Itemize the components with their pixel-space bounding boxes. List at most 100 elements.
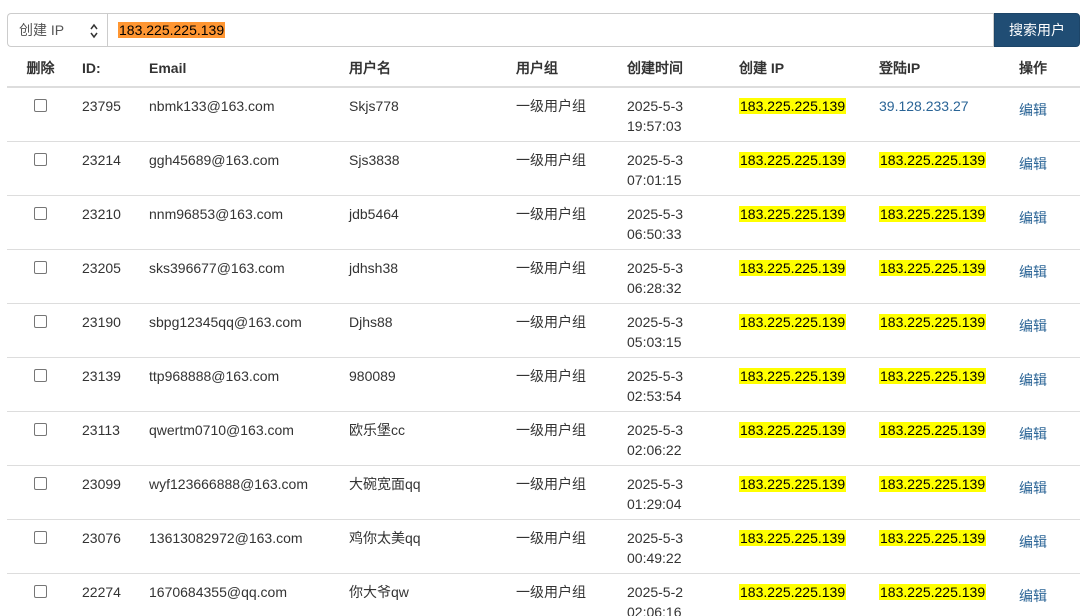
created-time-cell: 2025-5-3 01:29:04 (619, 464, 731, 519)
delete-cell (7, 248, 74, 303)
search-bar: 创建 IP 183.225.225.139 搜索用户 (7, 13, 1080, 47)
created-date: 2025-5-3 (627, 313, 684, 330)
created-date: 2025-5-3 (627, 151, 684, 168)
edit-link[interactable]: 编辑 (1019, 370, 1047, 390)
user-email: sbpg12345qq@163.com (141, 302, 341, 357)
user-username: 鸡你太美qq (341, 518, 508, 573)
login-ip: 183.225.225.139 (879, 421, 987, 438)
created-clock: 02:06:16 (627, 603, 682, 616)
created-time-cell: 2025-5-3 02:06:22 (619, 410, 731, 465)
header-user-group: 用户组 (508, 49, 619, 88)
login-ip: 183.225.225.139 (879, 583, 987, 600)
action-cell: 编辑 (1011, 518, 1080, 573)
delete-checkbox[interactable] (34, 368, 47, 382)
delete-cell (7, 86, 74, 141)
edit-link[interactable]: 编辑 (1019, 478, 1047, 498)
action-cell: 编辑 (1011, 572, 1080, 616)
created-date: 2025-5-3 (627, 205, 684, 222)
created-ip-cell: 183.225.225.139 (731, 86, 871, 141)
search-users-button[interactable]: 搜索用户 (994, 13, 1080, 47)
user-id: 23795 (74, 86, 141, 141)
header-email: Email (141, 49, 341, 88)
user-username: Skjs778 (341, 86, 508, 141)
delete-checkbox[interactable] (34, 260, 47, 274)
created-date: 2025-5-2 (627, 583, 684, 600)
user-group: 一级用户组 (508, 302, 619, 357)
edit-link[interactable]: 编辑 (1019, 586, 1047, 606)
user-email: 1670684355@qq.com (141, 572, 341, 616)
user-email: nbmk133@163.com (141, 86, 341, 141)
table-row: 23139 ttp968888@163.com 980089 一级用户组 202… (7, 356, 1080, 411)
created-time-cell: 2025-5-3 07:01:15 (619, 140, 731, 195)
header-action: 操作 (1011, 49, 1080, 88)
delete-cell (7, 140, 74, 195)
header-id: ID: (74, 49, 141, 88)
created-ip-cell: 183.225.225.139 (731, 356, 871, 411)
user-id: 23214 (74, 140, 141, 195)
login-ip: 183.225.225.139 (879, 151, 987, 168)
delete-checkbox[interactable] (34, 314, 47, 328)
created-ip: 183.225.225.139 (739, 98, 847, 114)
created-ip: 183.225.225.139 (739, 151, 847, 168)
created-clock: 19:57:03 (627, 118, 682, 134)
user-email: sks396677@163.com (141, 248, 341, 303)
created-ip: 183.225.225.139 (739, 583, 847, 600)
created-date: 2025-5-3 (627, 98, 684, 114)
login-ip-cell: 183.225.225.139 (871, 464, 1011, 519)
delete-checkbox[interactable] (34, 584, 47, 598)
table-row: 23210 nnm96853@163.com jdb5464 一级用户组 202… (7, 194, 1080, 249)
user-username: Djhs88 (341, 302, 508, 357)
delete-checkbox[interactable] (34, 99, 47, 112)
user-group: 一级用户组 (508, 356, 619, 411)
user-email: qwertm0710@163.com (141, 410, 341, 465)
action-cell: 编辑 (1011, 86, 1080, 141)
delete-cell (7, 194, 74, 249)
delete-checkbox[interactable] (34, 206, 47, 220)
edit-link[interactable]: 编辑 (1019, 100, 1047, 120)
edit-link[interactable]: 编辑 (1019, 262, 1047, 282)
created-ip-cell: 183.225.225.139 (731, 410, 871, 465)
edit-link[interactable]: 编辑 (1019, 316, 1047, 336)
table-row: 23099 wyf123666888@163.com 大碗宽面qq 一级用户组 … (7, 464, 1080, 519)
login-ip-cell: 183.225.225.139 (871, 302, 1011, 357)
created-time-cell: 2025-5-3 06:28:32 (619, 248, 731, 303)
created-ip-cell: 183.225.225.139 (731, 302, 871, 357)
created-time-cell: 2025-5-3 06:50:33 (619, 194, 731, 249)
created-time-cell: 2025-5-3 05:03:15 (619, 302, 731, 357)
table-row: 23076 13613082972@163.com 鸡你太美qq 一级用户组 2… (7, 518, 1080, 573)
search-field-select[interactable]: 创建 IP (7, 13, 107, 47)
delete-checkbox[interactable] (34, 422, 47, 436)
edit-link[interactable]: 编辑 (1019, 208, 1047, 228)
login-ip-cell: 39.128.233.27 (871, 86, 1011, 141)
login-ip-cell: 183.225.225.139 (871, 248, 1011, 303)
created-clock: 06:50:33 (627, 225, 682, 242)
delete-checkbox[interactable] (34, 152, 47, 166)
user-id: 23099 (74, 464, 141, 519)
search-input[interactable]: 183.225.225.139 (107, 13, 994, 47)
user-username: 980089 (341, 356, 508, 411)
edit-link[interactable]: 编辑 (1019, 154, 1047, 174)
created-date: 2025-5-3 (627, 367, 684, 384)
delete-checkbox[interactable] (34, 476, 47, 490)
user-email: wyf123666888@163.com (141, 464, 341, 519)
user-group: 一级用户组 (508, 518, 619, 573)
table-row: 23113 qwertm0710@163.com 欧乐堡cc 一级用户组 202… (7, 410, 1080, 465)
created-ip: 183.225.225.139 (739, 421, 847, 438)
login-ip: 183.225.225.139 (879, 529, 987, 546)
user-id: 22274 (74, 572, 141, 616)
delete-cell (7, 572, 74, 616)
delete-checkbox[interactable] (34, 530, 47, 544)
created-ip: 183.225.225.139 (739, 475, 847, 492)
login-ip: 183.225.225.139 (879, 475, 987, 492)
delete-cell (7, 356, 74, 411)
user-group: 一级用户组 (508, 410, 619, 465)
created-ip: 183.225.225.139 (739, 205, 847, 222)
login-ip: 183.225.225.139 (879, 259, 987, 276)
created-date: 2025-5-3 (627, 259, 684, 276)
user-id: 23210 (74, 194, 141, 249)
edit-link[interactable]: 编辑 (1019, 424, 1047, 444)
user-username: jdb5464 (341, 194, 508, 249)
user-username: jdhsh38 (341, 248, 508, 303)
user-email: 13613082972@163.com (141, 518, 341, 573)
edit-link[interactable]: 编辑 (1019, 532, 1047, 552)
